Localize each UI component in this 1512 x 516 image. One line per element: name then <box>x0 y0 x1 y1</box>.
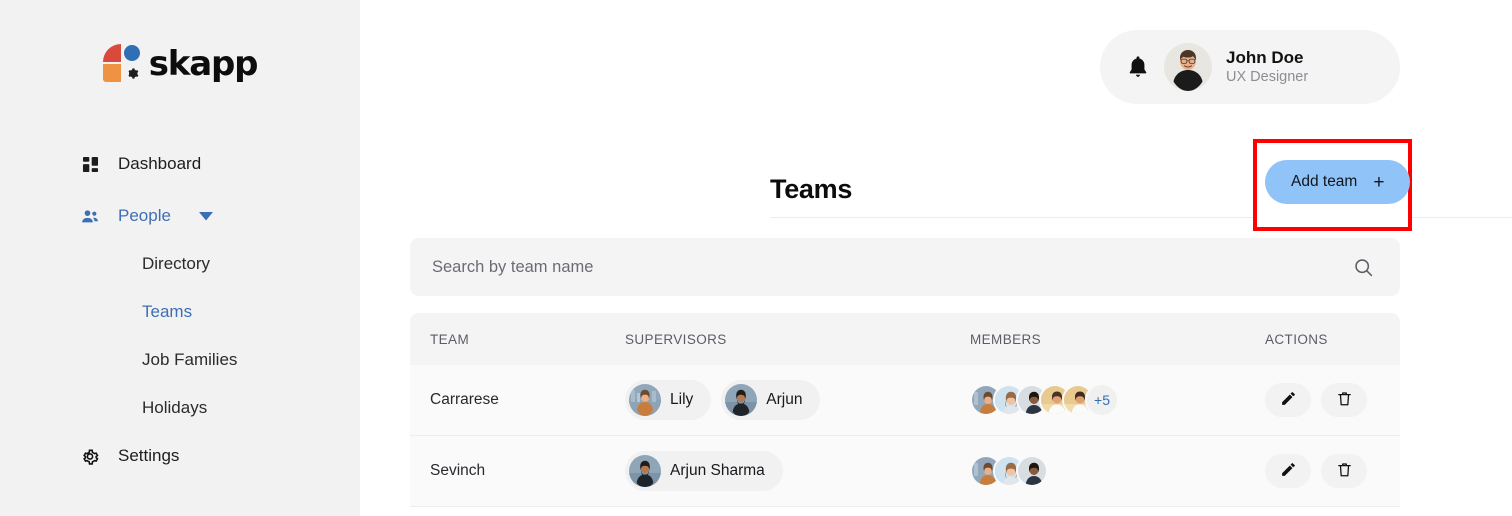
member-avatar-stack[interactable] <box>970 455 1048 487</box>
delete-button[interactable] <box>1321 454 1367 488</box>
sidebar-item-people[interactable]: People <box>0 198 360 234</box>
sidebar-item-teams[interactable]: Teams <box>0 294 360 330</box>
table-header-row: TEAM SUPERVISORS MEMBERS ACTIONS <box>410 313 1400 365</box>
members-cell: +5 <box>970 383 1265 417</box>
sidebar-subitem-label: Teams <box>142 302 193 321</box>
teams-table: TEAM SUPERVISORS MEMBERS ACTIONS Carrare… <box>410 313 1400 507</box>
table-row[interactable]: Carrarese Lily Arjun +5 <box>410 365 1400 436</box>
sidebar-item-settings[interactable]: Settings <box>0 438 360 474</box>
people-icon <box>80 206 100 226</box>
team-name: Sevinch <box>430 462 486 479</box>
logo-red-quarter-icon <box>102 44 121 62</box>
supervisor-name: Arjun Sharma <box>670 462 765 479</box>
member-avatar-stack[interactable]: +5 <box>970 383 1119 417</box>
sidebar-nav: Dashboard People Directory Teams Job Fam… <box>0 146 360 474</box>
column-header-members: MEMBERS <box>970 331 1042 347</box>
sidebar-item-label: Dashboard <box>118 154 202 173</box>
brand-name: skapp <box>148 44 259 84</box>
delete-icon <box>1336 461 1353 481</box>
members-overflow-badge[interactable]: +5 <box>1085 383 1119 417</box>
avatar <box>1164 43 1212 91</box>
supervisor-name: Lily <box>670 391 694 408</box>
app-root: skapp Dashboard People Directory Teams J… <box>0 0 1512 516</box>
sidebar-item-job-families[interactable]: Job Families <box>0 342 360 378</box>
plus-icon: + <box>1373 171 1385 193</box>
add-team-button-wrap: Add team + <box>1265 160 1411 204</box>
page-title: Teams <box>770 174 853 204</box>
column-header-actions: ACTIONS <box>1265 331 1328 347</box>
avatar <box>725 384 758 416</box>
brand-logo[interactable]: skapp <box>0 44 360 84</box>
user-role: UX Designer <box>1226 69 1309 86</box>
sidebar: skapp Dashboard People Directory Teams J… <box>0 0 360 516</box>
avatar <box>1016 455 1048 487</box>
delete-button[interactable] <box>1321 383 1367 417</box>
edit-button[interactable] <box>1265 383 1311 417</box>
edit-button[interactable] <box>1265 454 1311 488</box>
actions-cell <box>1265 454 1400 488</box>
subnav-spacer <box>0 330 360 342</box>
search-icon[interactable] <box>1352 256 1374 278</box>
avatar <box>629 384 661 416</box>
column-header-supervisors: SUPERVISORS <box>625 331 727 347</box>
edit-icon <box>1280 461 1297 481</box>
sidebar-item-dashboard[interactable]: Dashboard <box>0 146 360 182</box>
chevron-down-icon[interactable] <box>198 211 213 221</box>
bell-icon[interactable] <box>1126 54 1150 80</box>
supervisor-chip[interactable]: Lily <box>625 380 712 420</box>
user-profile-card[interactable]: John Doe UX Designer <box>1100 30 1400 104</box>
sidebar-subitem-label: Holidays <box>142 398 208 417</box>
search-bar[interactable] <box>410 238 1400 296</box>
logo-orange-square-icon <box>102 64 121 82</box>
members-cell <box>970 455 1265 487</box>
sidebar-subitem-label: Job Families <box>142 350 238 369</box>
subnav-spacer <box>0 378 360 390</box>
add-team-button[interactable]: Add team + <box>1265 160 1411 204</box>
logo-blue-circle-icon <box>123 45 140 61</box>
sidebar-item-holidays[interactable]: Holidays <box>0 390 360 426</box>
delete-icon <box>1336 390 1353 410</box>
supervisor-chip[interactable]: Arjun <box>721 380 821 420</box>
user-name: John Doe <box>1226 47 1304 67</box>
sidebar-item-label: Settings <box>118 446 180 465</box>
gear-icon <box>80 446 100 466</box>
edit-icon <box>1280 390 1297 410</box>
supervisor-chip[interactable]: Arjun Sharma <box>625 451 783 491</box>
grid-icon <box>80 154 100 174</box>
search-input[interactable] <box>432 257 1233 277</box>
team-name: Carrarese <box>430 391 499 408</box>
column-header-team: TEAM <box>430 331 470 347</box>
supervisor-name: Arjun <box>766 391 803 408</box>
user-info: John Doe UX Designer <box>1226 47 1308 87</box>
supervisors-cell: Arjun Sharma <box>625 451 970 491</box>
add-team-label: Add team <box>1291 173 1358 190</box>
logo-gear-icon <box>123 64 141 82</box>
subnav-spacer <box>0 234 360 246</box>
avatar <box>629 455 661 487</box>
skapp-logo-icon <box>102 44 143 84</box>
sidebar-item-directory[interactable]: Directory <box>0 246 360 282</box>
sidebar-subitem-label: Directory <box>142 254 211 273</box>
supervisors-cell: Lily Arjun <box>625 380 970 420</box>
actions-cell <box>1265 383 1400 417</box>
subnav-spacer <box>0 282 360 294</box>
sidebar-item-label: People <box>118 206 171 225</box>
table-row[interactable]: Sevinch Arjun Sharma <box>410 436 1400 507</box>
